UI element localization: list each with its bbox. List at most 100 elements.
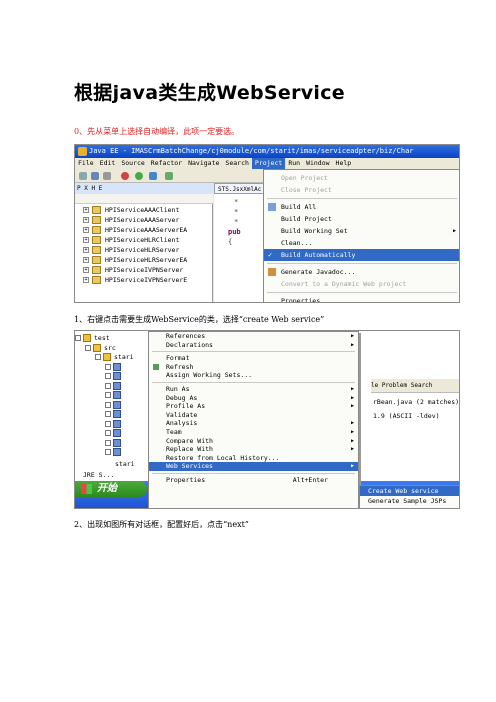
package-icon [113, 419, 121, 428]
menu-item-build-all[interactable]: Build All [264, 201, 459, 213]
package-icon [103, 353, 111, 361]
menu-item-analysis[interactable]: Analysis ▶ [149, 419, 358, 428]
java-ee-icon [78, 147, 87, 156]
tree-item[interactable]: + HPIServiceHLRClient [75, 235, 213, 245]
tree-item-label: test [94, 334, 110, 342]
expand-icon[interactable] [105, 439, 111, 446]
expand-icon[interactable]: + [83, 217, 89, 223]
step-0-caption: 0、先从菜单上选择自动编译，此项一定要选。 [74, 127, 240, 136]
package-icon [113, 391, 121, 399]
menu-item-properties[interactable]: Properties Alt+Enter [149, 476, 358, 485]
menu-help[interactable]: Help [333, 158, 355, 169]
menu-item-web-services[interactable]: Web Services ▶ [149, 462, 358, 471]
menu-item-references[interactable]: References ▶ [149, 332, 358, 341]
menu-item-profile-as[interactable]: Profile As ▶ [149, 402, 358, 411]
new-icon[interactable] [79, 172, 87, 180]
expand-icon[interactable] [105, 411, 111, 417]
menu-item-assign-working-sets[interactable]: Assign Working Sets... [149, 371, 358, 380]
tree-item[interactable]: + HPIServiceAAAServerEA [75, 225, 213, 235]
editor-tab[interactable]: STS.JsxXmlAc [214, 183, 266, 194]
menu-item-close-project[interactable]: Close Project [264, 184, 459, 196]
expand-icon[interactable] [75, 335, 81, 341]
menu-item-build-automatically[interactable]: ✓ Build Automatically [264, 249, 459, 261]
menu-item-restore-from-local-history[interactable]: Restore from Local History... [149, 454, 358, 463]
menu-item-label: Profile As [166, 402, 206, 411]
tree-item[interactable]: + HPIServiceIVPNServer [75, 265, 213, 275]
package-icon [113, 400, 121, 409]
tree-item[interactable]: + HPIServiceAAAClient [75, 205, 213, 215]
expand-icon[interactable]: + [83, 267, 89, 273]
debug-icon[interactable] [121, 172, 129, 180]
tree-item[interactable]: + HPIServiceHLRServer [75, 245, 213, 255]
print-icon[interactable] [103, 172, 111, 180]
menu-item-team[interactable]: Team ▶ [149, 428, 358, 437]
start-button[interactable]: 开始 [75, 481, 147, 497]
menu-edit[interactable]: Edit [97, 158, 119, 169]
expand-icon[interactable] [105, 373, 111, 379]
menu-item-create-web-service[interactable]: Create Web service [360, 486, 459, 496]
expand-icon[interactable] [85, 344, 91, 351]
menu-item-label: Validate [166, 410, 198, 419]
tree-item-label: HPIServiceAAAClient [105, 206, 180, 214]
tree-item[interactable]: + HPIServiceIVPNServerE [75, 275, 213, 285]
menu-item-label: Generate Javadoc... [281, 268, 356, 276]
menu-run[interactable]: Run [285, 158, 303, 169]
menu-navigate[interactable]: Navigate [185, 158, 222, 169]
project-folder-icon [92, 206, 101, 214]
menu-item-shortcut: Alt+Enter [292, 475, 328, 484]
menu-refactor[interactable]: Refactor [148, 158, 185, 169]
menu-item-open-project[interactable]: Open Project [264, 172, 459, 184]
run-icon[interactable] [135, 172, 143, 180]
code-line: * [234, 218, 239, 226]
menu-item-label: Refresh [166, 362, 194, 371]
open-type-icon[interactable] [165, 172, 173, 180]
menu-item-format[interactable]: Format [149, 354, 358, 363]
menu-item-declarations[interactable]: Declarations ▶ [149, 341, 358, 350]
menu-item-generate-sample-jsps[interactable]: Generate Sample JSPs [360, 496, 459, 506]
menu-search[interactable]: Search [222, 158, 251, 169]
menu-item-label: Web Services [166, 462, 213, 471]
menu-item-build-working-set[interactable]: Build Working Set ▶ [264, 225, 459, 237]
tree-item[interactable]: + HPIServiceHLRServerEA [75, 255, 213, 265]
menu-item-validate[interactable]: Validate [149, 411, 358, 420]
expand-icon[interactable]: + [83, 257, 89, 263]
explorer-tab[interactable]: P X H E [75, 183, 213, 194]
menu-window[interactable]: Window [303, 158, 332, 169]
expand-icon[interactable]: + [83, 247, 89, 253]
expand-icon[interactable] [105, 449, 111, 455]
menu-item-replace-with[interactable]: Replace With ▶ [149, 445, 358, 454]
tree-item[interactable]: + HPIServiceAAAServer [75, 215, 213, 225]
expand-icon[interactable] [105, 401, 111, 408]
menu-item-convert-to-a-dynamic-web-project[interactable]: Convert to a Dynamic Web project [264, 278, 459, 290]
menu-item-run-as[interactable]: Run As ▶ [149, 385, 358, 394]
menu-item-compare-with[interactable]: Compare With ▶ [149, 437, 358, 446]
menu-project[interactable]: Project [251, 158, 286, 169]
save-icon[interactable] [91, 172, 99, 180]
expand-icon[interactable] [105, 420, 111, 427]
menu-source[interactable]: Source [118, 158, 147, 169]
expand-icon[interactable] [95, 354, 101, 360]
menu-item-build-project[interactable]: Build Project [264, 213, 459, 225]
expand-icon[interactable] [105, 363, 111, 370]
expand-icon[interactable]: + [83, 237, 89, 243]
menu-file[interactable]: File [75, 158, 97, 169]
project-folder-icon [92, 276, 101, 284]
start-label: 开始 [97, 483, 117, 494]
tree-item-label: HPIServiceIVPNServer [105, 266, 184, 274]
search-icon[interactable] [149, 172, 157, 180]
menu-item-properties[interactable]: Properties [264, 295, 459, 302]
tree-item-label: stari [114, 353, 134, 361]
menu-item-refresh[interactable]: Refresh [149, 363, 358, 372]
expand-icon[interactable] [105, 430, 111, 436]
expand-icon[interactable]: + [83, 207, 89, 213]
menu-item-label: Declarations [166, 340, 213, 349]
expand-icon[interactable] [105, 382, 111, 389]
submenu-arrow-icon: ▶ [350, 385, 354, 392]
expand-icon[interactable]: + [83, 277, 89, 283]
menu-item-generate-javadoc[interactable]: Generate Javadoc... [264, 266, 459, 278]
expand-icon[interactable] [105, 392, 111, 398]
view-tabs[interactable]: le Problem Search [371, 379, 459, 392]
menu-item-clean[interactable]: Clean... [264, 237, 459, 249]
menu-item-debug-as[interactable]: Debug As ▶ [149, 394, 358, 403]
expand-icon[interactable]: + [83, 227, 89, 233]
